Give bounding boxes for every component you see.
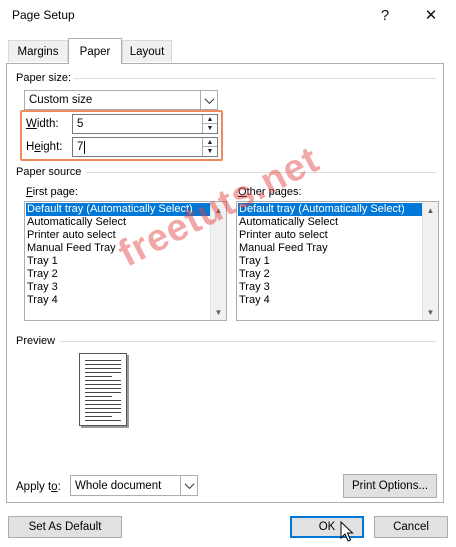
list-item[interactable]: Tray 4 — [26, 294, 210, 307]
other-pages-list[interactable]: Default tray (Automatically Select) Autom… — [236, 201, 439, 321]
highlight-box — [20, 110, 223, 161]
paper-size-combo[interactable]: Custom size — [24, 90, 218, 110]
preview-line — [85, 368, 121, 369]
scroll-down-icon[interactable]: ▼ — [211, 304, 226, 320]
preview-line — [85, 404, 121, 405]
help-button[interactable]: ? — [362, 0, 408, 30]
list-item[interactable]: Tray 1 — [26, 255, 210, 268]
mouse-pointer-icon — [340, 521, 354, 542]
preview-line — [85, 412, 121, 413]
close-button[interactable]: ✕ — [408, 0, 454, 30]
list-item[interactable]: Tray 3 — [26, 281, 210, 294]
apply-to-value: Whole document — [75, 479, 162, 492]
scroll-up-icon[interactable]: ▲ — [423, 202, 438, 218]
separator — [60, 341, 436, 342]
apply-to-combo[interactable]: Whole document — [70, 475, 198, 496]
chevron-down-icon[interactable] — [200, 91, 217, 109]
preview-line — [85, 392, 121, 393]
other-pages-items: Default tray (Automatically Select) Autom… — [238, 203, 422, 307]
tab-margins[interactable]: Margins — [8, 40, 68, 62]
preview-line — [85, 388, 121, 389]
cancel-button[interactable]: Cancel — [374, 516, 448, 538]
preview-line — [85, 416, 112, 417]
preview-page — [79, 353, 127, 426]
preview-line — [85, 400, 121, 401]
preview-line — [85, 420, 121, 421]
list-item[interactable]: Printer auto select — [238, 229, 422, 242]
preview-line — [85, 372, 121, 373]
first-page-label: First page: — [26, 186, 78, 198]
list-item[interactable]: Manual Feed Tray — [238, 242, 422, 255]
scroll-down-icon[interactable]: ▼ — [423, 304, 438, 320]
separator — [74, 78, 436, 79]
preview-line — [85, 364, 121, 365]
tab-paper[interactable]: Paper — [68, 38, 122, 64]
list-item[interactable]: Tray 1 — [238, 255, 422, 268]
list-item[interactable]: Tray 2 — [26, 268, 210, 281]
preview-line — [85, 408, 121, 409]
paper-size-value: Custom size — [29, 94, 93, 106]
preview-line — [85, 396, 112, 397]
list-item[interactable]: Tray 2 — [238, 268, 422, 281]
list-item[interactable]: Automatically Select — [238, 216, 422, 229]
preview-label: Preview — [16, 335, 56, 347]
paper-size-label: Paper size: — [16, 72, 72, 84]
preview-line — [85, 384, 121, 385]
apply-to-label: Apply to: — [16, 481, 61, 493]
preview-line — [85, 376, 112, 377]
print-options-button[interactable]: Print Options... — [343, 474, 437, 498]
set-as-default-button[interactable]: Set As Default — [8, 516, 122, 538]
tab-layout[interactable]: Layout — [122, 40, 172, 62]
help-icon: ? — [380, 6, 390, 24]
chevron-down-icon[interactable] — [180, 476, 197, 495]
preview-line — [85, 380, 121, 381]
list-item[interactable]: Tray 3 — [238, 281, 422, 294]
other-pages-scrollbar[interactable]: ▲ ▼ — [422, 202, 438, 320]
paper-source-label: Paper source — [16, 166, 82, 178]
preview-line — [85, 360, 121, 361]
close-icon: ✕ — [424, 7, 438, 24]
dialog-title: Page Setup — [12, 8, 75, 22]
list-item[interactable]: Tray 4 — [238, 294, 422, 307]
